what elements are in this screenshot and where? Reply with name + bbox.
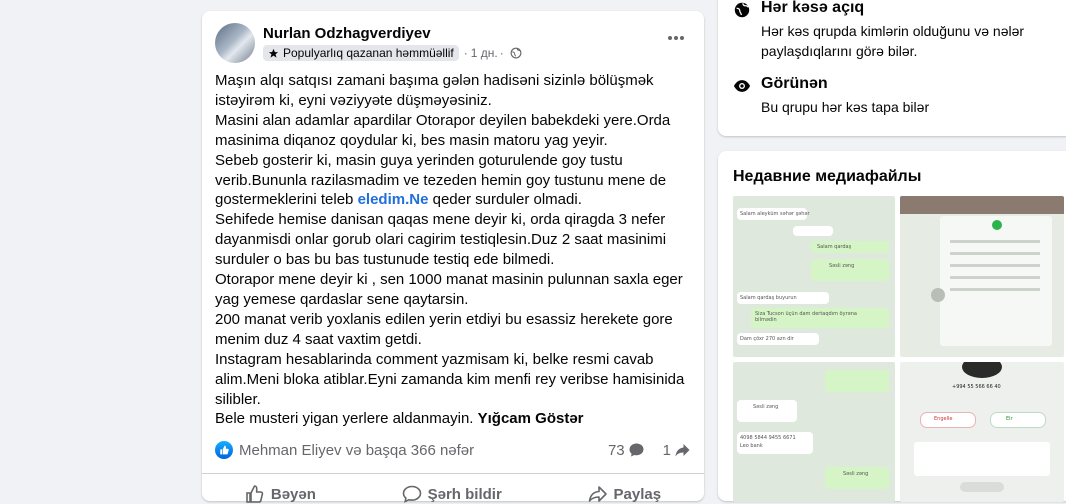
- media-thumbnail[interactable]: +994 55 566 66 40 Engelle Elr: [900, 362, 1064, 502]
- post-text-line: dayanmisdi onlar gorub olari cagirim tes…: [215, 231, 667, 249]
- post-text-fragment: gostermeklerini teleb: [215, 191, 358, 209]
- reactions-summary[interactable]: Mehman Eliyev və başqa 366 nəfər: [239, 442, 474, 459]
- chat-text: Səsli zəng: [753, 404, 779, 410]
- more-icon: [668, 36, 684, 40]
- post-text-line: masinima diqanoz qoydular ki, bes masin …: [215, 131, 608, 149]
- shares-count[interactable]: 1: [663, 442, 691, 459]
- post-text-line: alim.Meni bloka atiblar.Eyni zamanda kim…: [215, 370, 685, 388]
- contributor-badge[interactable]: Populyarlıq qazanan həmmüəllif: [263, 45, 459, 61]
- eye-icon: [733, 80, 751, 92]
- chat-bubble: [793, 226, 833, 236]
- play-icon: [931, 288, 945, 302]
- add-pill: [990, 412, 1046, 428]
- comments-count-value: 73: [607, 441, 625, 459]
- post-text-line: Otorapor mene deyir ki , sen 1000 manat …: [215, 271, 683, 289]
- comments-count[interactable]: 73: [608, 442, 645, 459]
- text-line: [950, 288, 1040, 291]
- contact-phone: +994 55 566 66 40: [952, 384, 1001, 390]
- post-card: Nurlan Odzhagverdiyev Populyarlıq qazana…: [202, 11, 704, 504]
- post-text-fragment: qeder surduler olmadi.: [428, 191, 582, 209]
- post-text-line: Maşın alqı satqısı zamani başıma gələn h…: [215, 72, 654, 89]
- chat-text: Dam çöxr 270 azn dir: [740, 336, 794, 342]
- recent-media-card: Недавние медиафайлы Salam aleyküm səhər …: [718, 151, 1066, 502]
- group-about-card: Hər kəsə açıq Hər kəs qrupda kimlərin ol…: [718, 0, 1066, 136]
- shares-count-value: 1: [662, 441, 671, 459]
- hashtag-link[interactable]: eledim.Ne: [358, 191, 429, 208]
- post-text-line: menim duz 4 saat vaxtim getdi.: [215, 330, 422, 348]
- privacy-title: Hər kəsə açıq: [761, 0, 865, 16]
- post-text-line: gostermeklerini teleb eledim.Ne qeder su…: [215, 190, 685, 210]
- post-text: Maşın alqı satqısı zamani başıma gələn h…: [215, 71, 685, 429]
- separator-dot: ·: [463, 46, 468, 60]
- add-label: Elr: [1006, 416, 1013, 422]
- chat-text: Salam qardaş: [817, 244, 852, 250]
- post-text-line: 200 manat verib yoxlanis edilen yerin et…: [215, 310, 673, 328]
- post-text-line: Masini alan adamlar apardilar Otorapor d…: [215, 111, 671, 129]
- thumbs-up-icon: [246, 485, 264, 503]
- thumbnail-panel: [940, 216, 1052, 346]
- post-text-line: istəyirəm ki, eyni vəziyyəte düşməyəsini…: [215, 91, 492, 109]
- post-text-line: surduler o bas bu bas tustunude testiq e…: [215, 251, 555, 269]
- recent-media-title: Недавние медиафайлы: [733, 168, 922, 185]
- chat-text: Salam qardaş buyurun: [740, 295, 797, 301]
- chat-text: Səsli zəng: [843, 471, 869, 477]
- info-box: [914, 442, 1050, 476]
- like-label: Bəyən: [270, 485, 316, 503]
- post-text-line: silibler.: [215, 390, 261, 408]
- post-actions: Bəyən Şərh bildir Paylaş: [202, 473, 704, 504]
- status-dot: [992, 220, 1002, 230]
- text-line: [950, 252, 1040, 255]
- post-text-line: yag yemese qardaslar sene qaytarsin.: [215, 290, 469, 308]
- post-text-line: Sebeb gosterir ki, masin guya yerinden g…: [215, 151, 623, 169]
- chat-bubble: [825, 370, 889, 392]
- info-line: [960, 482, 1004, 492]
- post-text-line: Instagram hesablarinda comment yazmisam …: [215, 350, 654, 368]
- badge-label: Populyarlıq qazanan həmmüəllif: [283, 46, 454, 60]
- post-text-line: verib.Bununla razilasmadim ve tezeden he…: [215, 171, 667, 189]
- privacy-desc: Hər kəs qrupda kimlərin olduğunu və nələ…: [761, 23, 1025, 59]
- chat-text: Salam aleyküm səhər şəhər: [740, 211, 810, 217]
- text-line: [950, 276, 1040, 279]
- thumbnail-header: [900, 196, 1064, 214]
- post-time[interactable]: 1 дн.: [471, 46, 498, 60]
- see-less-link[interactable]: Yığcam Göstər: [478, 410, 584, 427]
- chat-text: Siza Tucson üçün dam dertaqdım öyrəna bi…: [755, 311, 857, 323]
- visibility-desc: Bu qrupu hər kəs tapa bilər: [761, 99, 930, 115]
- share-icon: [675, 444, 690, 457]
- reactions-bar: Mehman Eliyev və başqa 366 nəfər 73 1: [215, 439, 691, 461]
- post-text-line: Sehifede hemise danisan qaqas mene deyir…: [215, 211, 666, 229]
- contact-photo: [962, 362, 1002, 378]
- globe-icon: [734, 2, 750, 18]
- post-text-line: Bele musteri yigan yerlere aldanmayin. Y…: [215, 409, 685, 429]
- like-reaction-icon[interactable]: [215, 441, 233, 459]
- text-line: [950, 240, 1040, 243]
- comment-button[interactable]: Şərh bildir: [402, 475, 502, 503]
- comment-bubble-icon: [402, 485, 421, 503]
- chat-text: 4098 5844 9455 6671: [740, 435, 796, 441]
- post-meta: Populyarlıq qazanan həmmüəllif · 1 дн. ·: [263, 44, 522, 62]
- visibility-title: Görünən: [761, 75, 828, 92]
- author-name[interactable]: Nurlan Odzhagverdiyev: [263, 25, 431, 42]
- chat-text: Leo bank: [740, 443, 763, 449]
- chat-text: Səsli zəng: [829, 263, 855, 269]
- more-options-button[interactable]: [662, 28, 690, 48]
- avatar[interactable]: [215, 23, 255, 63]
- comment-label: Şərh bildir: [427, 485, 502, 503]
- comment-icon: [629, 443, 644, 457]
- block-label: Engelle: [934, 416, 953, 422]
- post-text-fragment: Bele musteri yigan yerlere aldanmayin.: [215, 410, 478, 428]
- share-label: Paylaş: [613, 485, 662, 503]
- star-icon: [268, 48, 279, 58]
- text-line: [950, 264, 1040, 267]
- media-thumbnail[interactable]: Səsli zəng 4098 5844 9455 6671 Leo bank …: [733, 362, 895, 502]
- like-button[interactable]: Bəyən: [245, 475, 316, 503]
- globe-icon: [510, 47, 522, 59]
- media-thumbnail[interactable]: [900, 196, 1064, 357]
- media-thumbnail[interactable]: Salam aleyküm səhər şəhər Salam qardaş S…: [733, 196, 895, 357]
- separator-dot: ·: [499, 46, 504, 60]
- share-arrow-icon: [588, 486, 607, 502]
- share-button[interactable]: Paylaş: [588, 475, 662, 503]
